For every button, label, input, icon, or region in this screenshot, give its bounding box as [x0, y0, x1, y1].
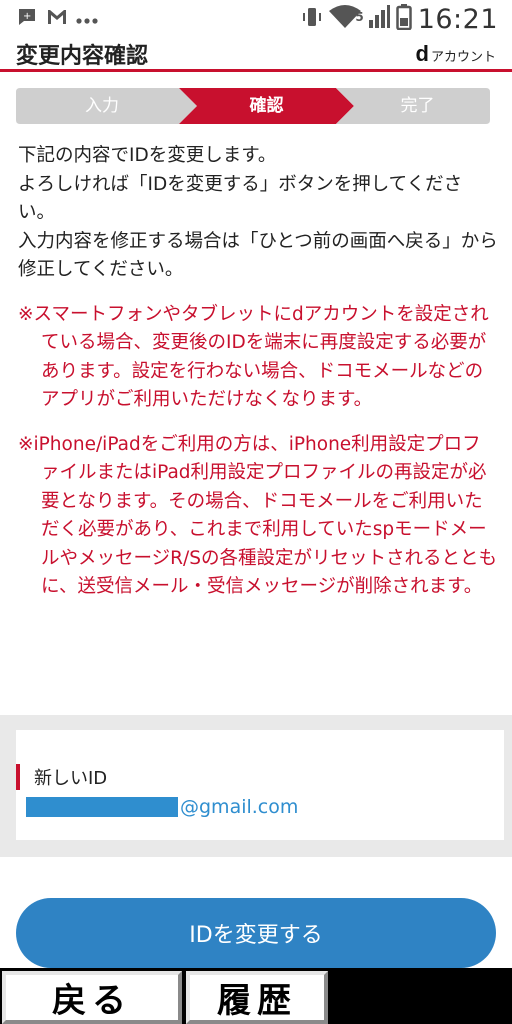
network-badge: 5: [355, 9, 364, 24]
status-right: 5 16:21: [302, 3, 498, 35]
status-left: +: [16, 6, 98, 33]
main-content: 下記の内容でIDを変更します。 よろしければ「IDを変更する」ボタンを押してくだ…: [18, 142, 498, 602]
signal-icon: [368, 4, 390, 34]
gmail-icon: [46, 8, 68, 31]
page-header: 変更内容確認 d アカウント: [0, 38, 512, 72]
step-label-complete: 完了: [400, 96, 435, 116]
battery-icon: [395, 3, 412, 35]
status-time: 16:21: [417, 3, 498, 35]
new-id-label: 新しいID: [34, 768, 108, 789]
redacted-id-bar: [26, 797, 178, 817]
notice-device-setting: ※スマートフォンやタブレットにdアカウントを設定されている場合、変更後のIDを端…: [18, 303, 489, 411]
notice-iphone-ipad: ※iPhone/iPadをご利用の方は、iPhone利用設定プロファイルまたはi…: [18, 433, 497, 598]
brand-text: アカウント: [430, 49, 496, 65]
step-progress: 入力 確認 完了: [16, 88, 490, 124]
new-id-domain: @gmail.com: [180, 796, 299, 818]
step-label-confirm: 確認: [249, 96, 284, 116]
svg-text:+: +: [23, 11, 31, 22]
wifi-icon: 5: [328, 4, 364, 34]
page-title: 変更内容確認: [16, 43, 149, 69]
status-bar: + 5 16:21: [0, 0, 512, 38]
intro-line-3: 入力内容を修正する場合は「ひとつ前の画面へ戻る」から修正してください。: [18, 230, 498, 281]
change-id-button[interactable]: IDを変更する: [16, 898, 496, 968]
chat-bubble-icon: +: [16, 6, 38, 33]
vibrate-icon: [302, 6, 322, 33]
d-account-logo: d アカウント: [416, 41, 496, 67]
new-id-value: @gmail.com: [26, 796, 298, 818]
brand-letter: d: [415, 40, 429, 66]
back-button[interactable]: 戻る: [2, 971, 182, 1024]
heading-accent-bar: [16, 764, 20, 790]
intro-line-1: 下記の内容でIDを変更します。: [18, 145, 277, 166]
more-dots-icon: [76, 8, 98, 30]
new-id-card: 新しいID @gmail.com: [16, 730, 504, 840]
new-id-heading: 新しいID: [16, 764, 107, 790]
bottom-nav: 戻る 履歴: [0, 968, 512, 1024]
intro-line-2: よろしければ「IDを変更する」ボタンを押してください。: [18, 173, 463, 224]
intro-text: 下記の内容でIDを変更します。 よろしければ「IDを変更する」ボタンを押してくだ…: [18, 142, 498, 285]
history-button[interactable]: 履歴: [186, 971, 328, 1024]
step-label-input: 入力: [85, 96, 119, 116]
